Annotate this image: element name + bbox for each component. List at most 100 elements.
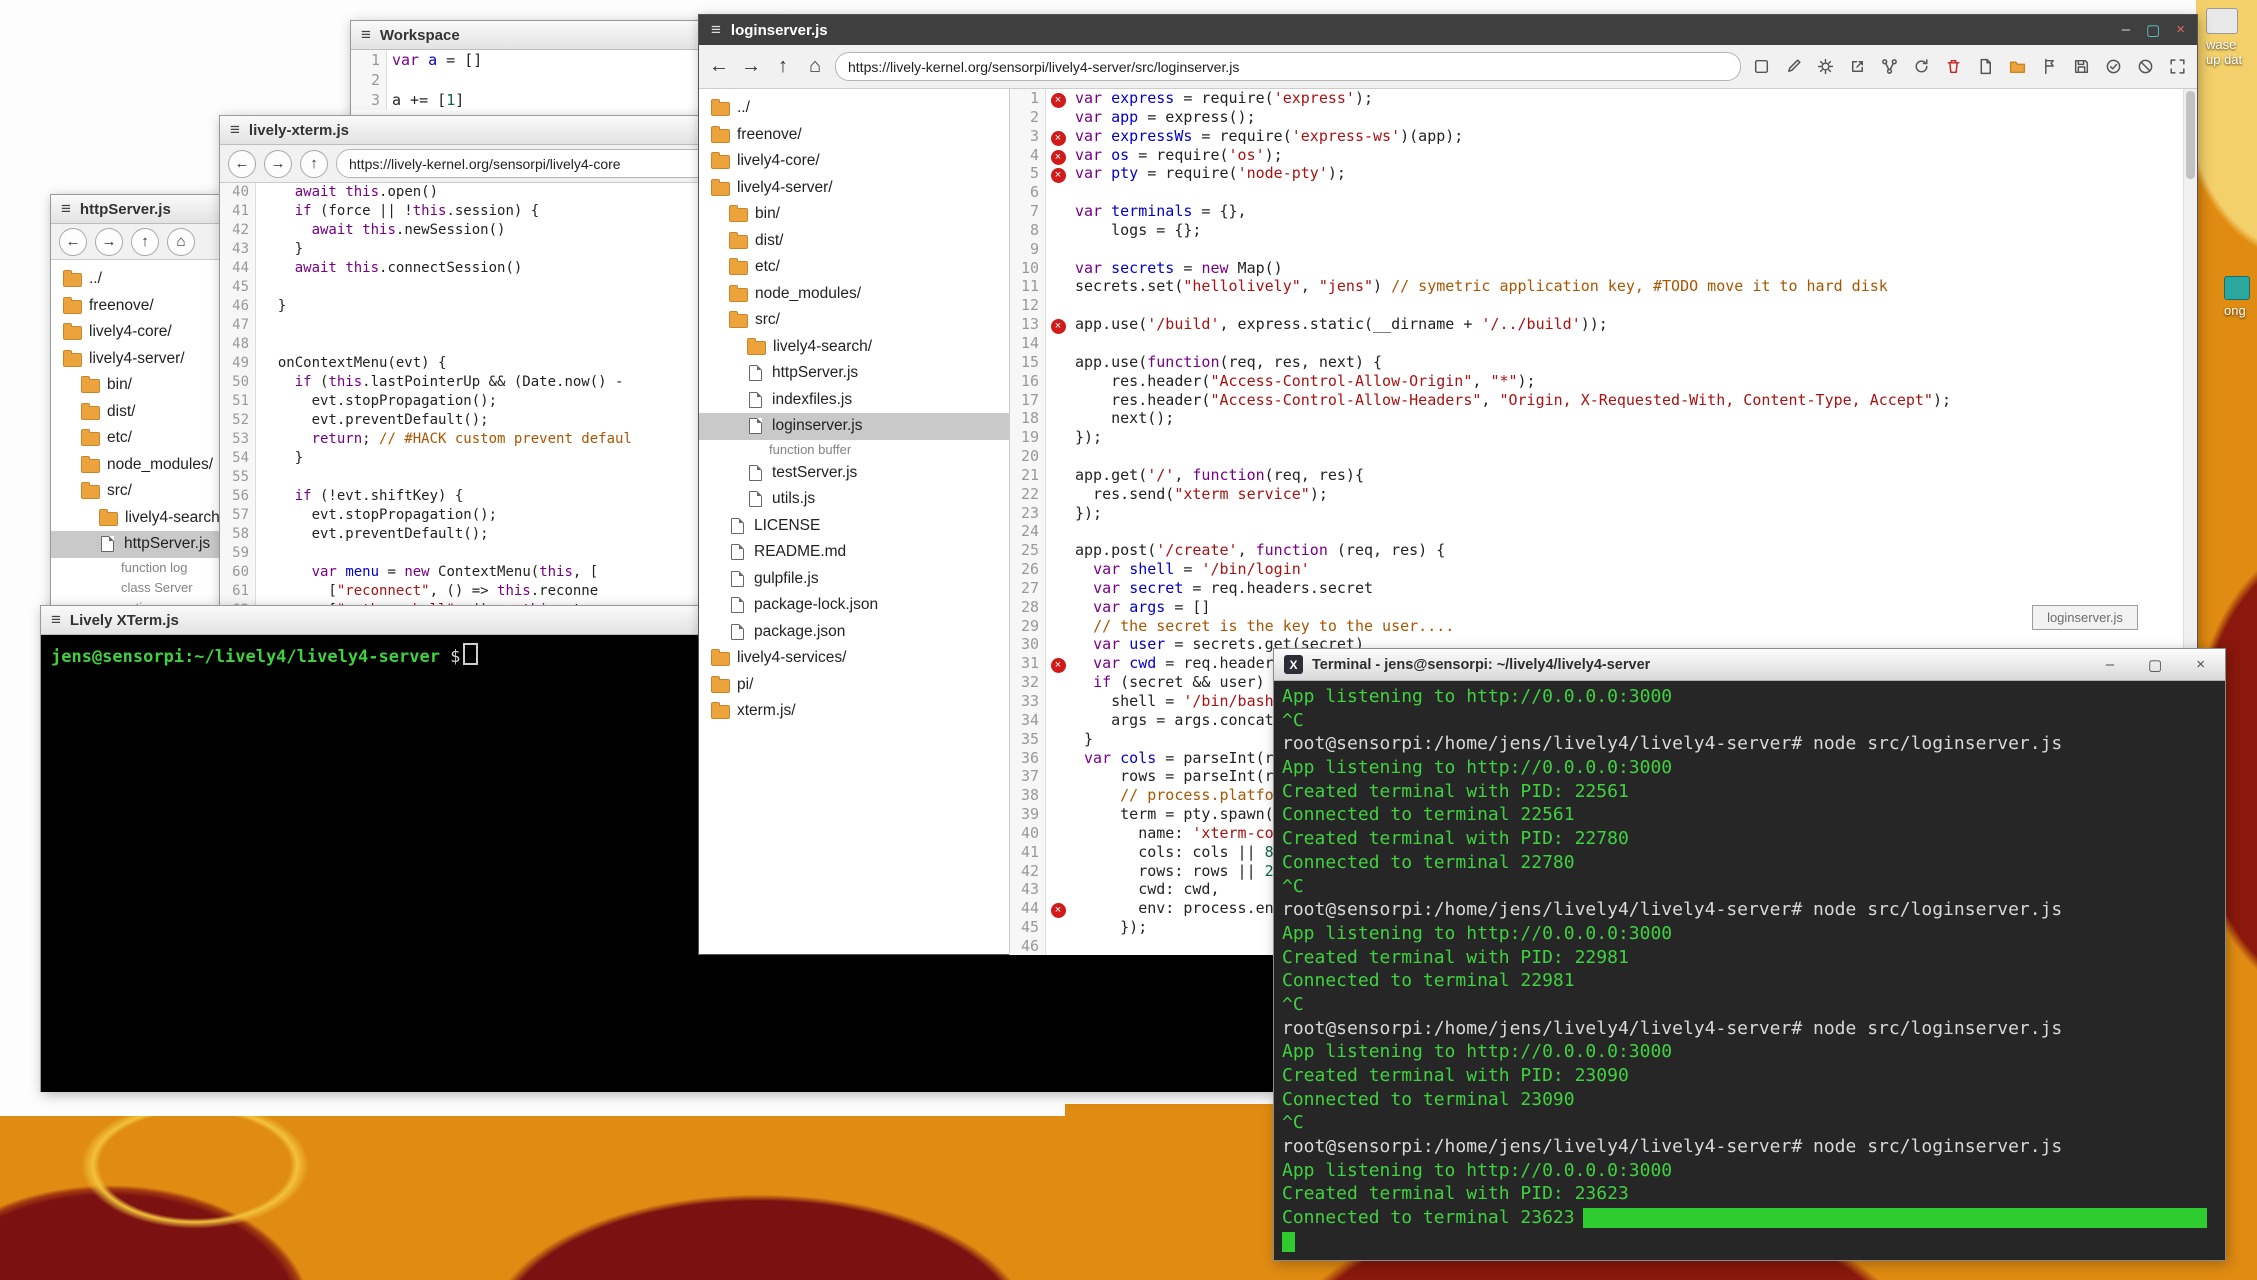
up-button[interactable]: ↑ <box>131 228 159 256</box>
close-icon[interactable]: × <box>2196 656 2205 674</box>
code-line[interactable]: 25app.post('/create', function (req, res… <box>1010 541 2197 560</box>
menu-icon[interactable]: ≡ <box>361 25 371 45</box>
reload-icon[interactable] <box>1909 55 1933 79</box>
error-icon[interactable]: × <box>1051 319 1066 334</box>
desktop-icon[interactable]: ong <box>2224 276 2250 318</box>
code-line[interactable]: 60 var menu = new ContextMenu(this, [ <box>220 563 780 582</box>
code-line[interactable]: 50 if (this.lastPointerUp && (Date.now()… <box>220 373 780 392</box>
brush-icon[interactable] <box>1781 55 1805 79</box>
tree-item-src[interactable]: src/ <box>699 307 1009 334</box>
error-icon[interactable]: × <box>1051 150 1066 165</box>
desktop-icon[interactable]: up dat <box>2206 52 2242 67</box>
tree-item-pi[interactable]: pi/ <box>699 672 1009 699</box>
code-line[interactable]: 48 <box>220 335 780 354</box>
close-icon[interactable]: × <box>2176 21 2185 39</box>
dependency-graph-icon[interactable] <box>1877 55 1901 79</box>
tree-subitem[interactable]: function buffer <box>699 440 1009 460</box>
tree-item-loginserver-js[interactable]: loginserver.js <box>699 413 1009 440</box>
code-line[interactable]: 7var terminals = {}, <box>1010 202 2197 221</box>
tree-item-testserver-js[interactable]: testServer.js <box>699 460 1009 487</box>
error-icon[interactable]: × <box>1051 658 1066 673</box>
forward-button[interactable]: → <box>739 54 763 80</box>
back-button[interactable]: ← <box>59 228 87 256</box>
code-line[interactable]: 58 evt.preventDefault(); <box>220 525 780 544</box>
code-line[interactable]: 22 res.send("xterm service"); <box>1010 485 2197 504</box>
menu-icon[interactable]: ≡ <box>230 120 240 140</box>
code-line[interactable]: 6 <box>1010 183 2197 202</box>
error-icon[interactable]: × <box>1051 903 1066 918</box>
code-line[interactable]: 49 onContextMenu(evt) { <box>220 354 780 373</box>
cancel-icon[interactable] <box>2133 55 2157 79</box>
code-line[interactable]: 46 } <box>220 297 780 316</box>
desktop-icon[interactable]: wase <box>2206 8 2238 52</box>
delete-trash-icon[interactable] <box>1941 55 1965 79</box>
code-line[interactable]: 54 } <box>220 449 780 468</box>
code-line[interactable]: 43 } <box>220 240 780 259</box>
code-line[interactable]: 9 <box>1010 240 2197 259</box>
code-line[interactable]: 23}); <box>1010 504 2197 523</box>
forward-button[interactable]: → <box>264 150 292 178</box>
tree-item-lively4-server[interactable]: lively4-server/ <box>699 175 1009 202</box>
tree-item-package-lock-json[interactable]: package-lock.json <box>699 592 1009 619</box>
maximize-icon[interactable]: ▢ <box>2148 656 2162 674</box>
code-line[interactable]: 41 if (force || !this.session) { <box>220 202 780 221</box>
code-line[interactable]: 5×var pty = require('node-pty'); <box>1010 164 2197 183</box>
home-button[interactable]: ⌂ <box>803 54 827 80</box>
code-line[interactable]: 51 evt.stopPropagation(); <box>220 392 780 411</box>
tree-item-lively4-services[interactable]: lively4-services/ <box>699 645 1009 672</box>
select-checkbox-icon[interactable] <box>1749 55 1773 79</box>
up-button[interactable]: ↑ <box>771 54 795 80</box>
code-line[interactable]: 45 <box>220 278 780 297</box>
accept-icon[interactable] <box>2101 55 2125 79</box>
tree-item-lively4-core[interactable]: lively4-core/ <box>699 148 1009 175</box>
code-line[interactable]: 29 // the secret is the key to the user.… <box>1010 617 2197 636</box>
open-external-icon[interactable] <box>1845 55 1869 79</box>
tree-item-freenove[interactable]: freenove/ <box>699 122 1009 149</box>
menu-icon[interactable]: ≡ <box>61 199 71 219</box>
tree-item-package-json[interactable]: package.json <box>699 619 1009 646</box>
terminal-titlebar[interactable]: X Terminal - jens@sensorpi: ~/lively4/li… <box>1274 649 2225 681</box>
tree-item-[interactable]: ../ <box>699 95 1009 122</box>
back-button[interactable]: ← <box>228 150 256 178</box>
new-folder-icon[interactable] <box>2005 55 2029 79</box>
tree-item-httpserver-js[interactable]: httpServer.js <box>699 360 1009 387</box>
code-line[interactable]: 18 next(); <box>1010 409 2197 428</box>
up-button[interactable]: ↑ <box>300 150 328 178</box>
code-line[interactable]: 57 evt.stopPropagation(); <box>220 506 780 525</box>
code-line[interactable]: 27 var secret = req.headers.secret <box>1010 579 2197 598</box>
tree-item-gulpfile-js[interactable]: gulpfile.js <box>699 566 1009 593</box>
tree-item-indexfiles-js[interactable]: indexfiles.js <box>699 387 1009 414</box>
code-line[interactable]: 15app.use(function(req, res, next) { <box>1010 353 2197 372</box>
scrollbar-thumb[interactable] <box>2186 91 2195 179</box>
loginserver-titlebar[interactable]: ≡ loginserver.js – ▢ × <box>699 15 2197 45</box>
maximize-icon[interactable]: ▢ <box>2146 21 2160 39</box>
code-line[interactable]: 2var app = express(); <box>1010 108 2197 127</box>
code-line[interactable]: 12 <box>1010 296 2197 315</box>
error-icon[interactable]: × <box>1051 168 1066 183</box>
code-line[interactable]: 28 var args = [] <box>1010 598 2197 617</box>
code-line[interactable]: 59 <box>220 544 780 563</box>
save-icon[interactable] <box>2069 55 2093 79</box>
code-line[interactable]: 14 <box>1010 334 2197 353</box>
code-line[interactable]: 24 <box>1010 522 2197 541</box>
minimize-icon[interactable]: – <box>2106 656 2114 674</box>
forward-button[interactable]: → <box>95 228 123 256</box>
code-line[interactable]: 19}); <box>1010 428 2197 447</box>
tree-item-utils-js[interactable]: utils.js <box>699 486 1009 513</box>
fullscreen-icon[interactable] <box>2165 55 2189 79</box>
home-button[interactable]: ⌂ <box>167 228 195 256</box>
tree-item-etc[interactable]: etc/ <box>699 254 1009 281</box>
code-line[interactable]: 10var secrets = new Map() <box>1010 259 2197 278</box>
terminal-console[interactable]: App listening to http://0.0.0.0:3000^Cro… <box>1274 681 2225 1258</box>
tree-item-bin[interactable]: bin/ <box>699 201 1009 228</box>
tree-item-readme-md[interactable]: README.md <box>699 539 1009 566</box>
code-line[interactable]: 55 <box>220 468 780 487</box>
code-line[interactable]: 17 res.header("Access-Control-Allow-Head… <box>1010 391 2197 410</box>
menu-icon[interactable]: ≡ <box>711 20 721 40</box>
code-line[interactable]: 16 res.header("Access-Control-Allow-Orig… <box>1010 372 2197 391</box>
code-line[interactable]: 40 await this.open() <box>220 183 780 202</box>
code-line[interactable]: 56 if (!evt.shiftKey) { <box>220 487 780 506</box>
flag-icon[interactable] <box>2037 55 2061 79</box>
code-line[interactable]: 3×var expressWs = require('express-ws')(… <box>1010 127 2197 146</box>
back-button[interactable]: ← <box>707 54 731 80</box>
